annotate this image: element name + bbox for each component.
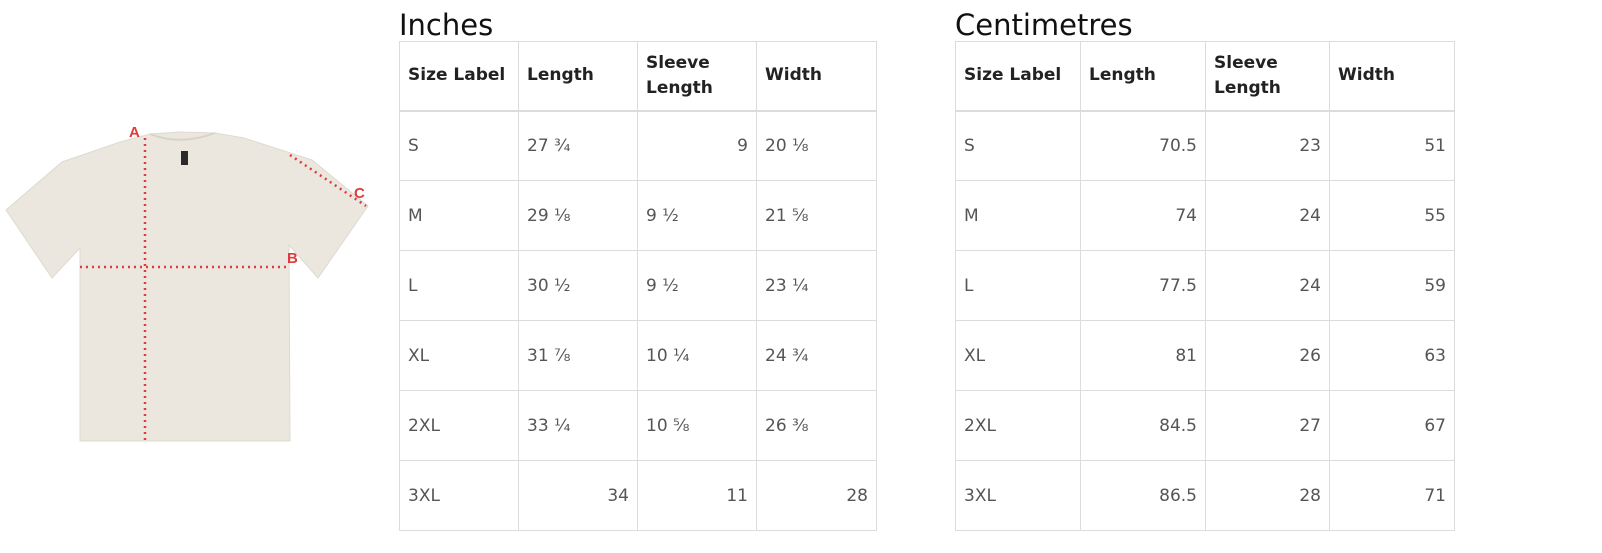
table-cell: 70.5	[1080, 110, 1206, 181]
table-cell: 27	[1205, 390, 1330, 461]
table-cell: 74	[1080, 180, 1206, 251]
centimetres-table: Size Label Length Sleeve Length Width S …	[955, 41, 1455, 531]
table-cell: 10 ¼	[637, 320, 757, 391]
table-cell: 2XL	[399, 390, 519, 461]
column-header: Width	[1329, 41, 1455, 112]
table-cell: 71	[1329, 460, 1455, 531]
table-cell: 9 ½	[637, 250, 757, 321]
table-cell: 30 ½	[518, 250, 638, 321]
table-cell: 24	[1205, 250, 1330, 321]
table-row: 2XL 84.5 27 67	[955, 390, 1455, 461]
column-header: Length	[1080, 41, 1206, 112]
column-header: Sleeve Length	[1205, 41, 1330, 112]
table-row: L 30 ½ 9 ½ 23 ¼	[399, 250, 877, 321]
table-cell: 21 ⅝	[756, 180, 877, 251]
table-cell: 84.5	[1080, 390, 1206, 461]
table-cell: 23 ¼	[756, 250, 877, 321]
table-cell: 23	[1205, 110, 1330, 181]
column-header: Size Label	[955, 41, 1081, 112]
column-header: Size Label	[399, 41, 519, 112]
inches-title: Inches	[399, 8, 494, 42]
table-cell: L	[399, 250, 519, 321]
table-row: 3XL 86.5 28 71	[955, 460, 1455, 531]
table-cell: 81	[1080, 320, 1206, 391]
table-cell: 26	[1205, 320, 1330, 391]
table-row: M 74 24 55	[955, 180, 1455, 251]
table-cell: XL	[955, 320, 1081, 391]
table-cell: 55	[1329, 180, 1455, 251]
inches-table: Size Label Length Sleeve Length Width S …	[399, 41, 877, 531]
table-row: S 27 ¾ 9 20 ⅛	[399, 110, 877, 181]
table-cell: L	[955, 250, 1081, 321]
table-cell: XL	[399, 320, 519, 391]
table-cell: 9	[637, 110, 757, 181]
header-row: Size Label Length Sleeve Length Width	[399, 41, 877, 112]
table-cell: 51	[1329, 110, 1455, 181]
table-cell: 3XL	[955, 460, 1081, 531]
table-cell: 24 ¾	[756, 320, 877, 391]
table-cell: M	[399, 180, 519, 251]
neck-tag-icon	[181, 151, 188, 165]
table-cell: 9 ½	[637, 180, 757, 251]
column-header: Sleeve Length	[637, 41, 757, 112]
table-cell: 20 ⅛	[756, 110, 877, 181]
column-header: Width	[756, 41, 877, 112]
label-b: B	[287, 250, 298, 267]
label-a: A	[129, 124, 140, 141]
table-cell: 77.5	[1080, 250, 1206, 321]
table-row: M 29 ⅛ 9 ½ 21 ⅝	[399, 180, 877, 251]
table-cell: 3XL	[399, 460, 519, 531]
table-cell: 28	[756, 460, 877, 531]
table-cell: 34	[518, 460, 638, 531]
label-c: C	[354, 185, 365, 202]
column-header: Length	[518, 41, 638, 112]
table-cell: 63	[1329, 320, 1455, 391]
tshirt-measurement-diagram: A B C	[5, 124, 369, 442]
table-cell: 26 ⅜	[756, 390, 877, 461]
table-row: 3XL 34 11 28	[399, 460, 877, 531]
table-cell: 2XL	[955, 390, 1081, 461]
table-cell: 67	[1329, 390, 1455, 461]
table-cell: 27 ¾	[518, 110, 638, 181]
table-row: L 77.5 24 59	[955, 250, 1455, 321]
table-cell: 59	[1329, 250, 1455, 321]
table-cell: M	[955, 180, 1081, 251]
table-cell: 11	[637, 460, 757, 531]
tshirt-shape	[5, 131, 369, 442]
table-cell: 24	[1205, 180, 1330, 251]
table-cell: 29 ⅛	[518, 180, 638, 251]
table-row: XL 31 ⅞ 10 ¼ 24 ¾	[399, 320, 877, 391]
table-row: S 70.5 23 51	[955, 110, 1455, 181]
table-cell: 28	[1205, 460, 1330, 531]
header-row: Size Label Length Sleeve Length Width	[955, 41, 1455, 112]
table-cell: 10 ⅝	[637, 390, 757, 461]
centimetres-title: Centimetres	[955, 8, 1133, 42]
table-cell: 86.5	[1080, 460, 1206, 531]
table-cell: S	[955, 110, 1081, 181]
table-row: 2XL 33 ¼ 10 ⅝ 26 ⅜	[399, 390, 877, 461]
table-cell: 33 ¼	[518, 390, 638, 461]
table-cell: S	[399, 110, 519, 181]
table-row: XL 81 26 63	[955, 320, 1455, 391]
table-cell: 31 ⅞	[518, 320, 638, 391]
